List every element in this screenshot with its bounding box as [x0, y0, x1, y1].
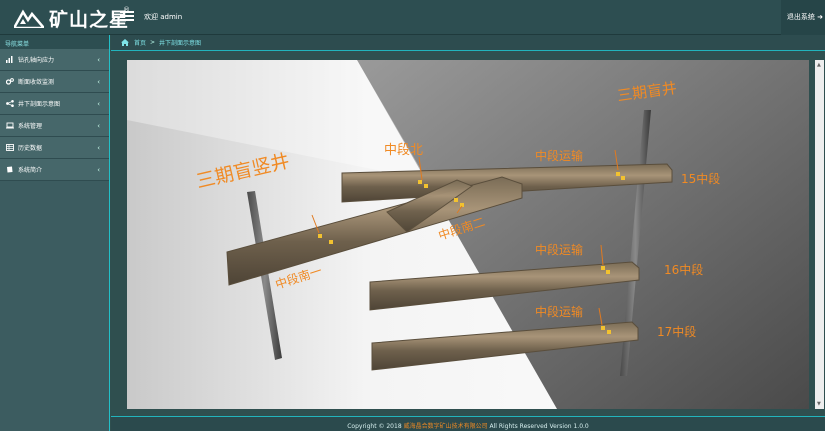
label-level-15: 15中段: [681, 171, 720, 186]
share-nodes-icon: [6, 100, 14, 107]
sidebar-item-borehole-stress[interactable]: 钻孔轴向应力 ‹: [0, 49, 109, 71]
breadcrumb-home-link[interactable]: 首页: [134, 38, 146, 47]
chevron-left-icon: ‹: [97, 78, 100, 86]
scroll-up-icon[interactable]: ▲: [817, 62, 821, 68]
breadcrumb: 首页 > 井下剖面示意图: [111, 35, 825, 51]
chevron-left-icon: ‹: [97, 122, 100, 130]
sidebar-item-label: 断面收敛监测: [18, 79, 55, 86]
breadcrumb-separator: >: [150, 39, 156, 46]
breadcrumb-current: 井下剖面示意图: [159, 40, 202, 47]
footer: Copyright © 2018 威海晶合数字矿山技术有限公司 All Righ…: [111, 416, 825, 431]
welcome-text: 欢迎 admin: [144, 13, 183, 21]
content-scrollbar[interactable]: ▲ ▼: [815, 60, 824, 409]
sidebar-item-system-intro[interactable]: 系统简介 ‹: [0, 159, 109, 181]
laptop-icon: [6, 122, 14, 129]
footer-rights: All Rights Reserved Version 1.0.0: [489, 423, 589, 430]
table-icon: [6, 144, 14, 151]
mine-profile-illustration: 三期盲竖井 三期盲井 中段北 中段南二 中段南一 中段运输 中段运输 中段运输 …: [127, 60, 809, 409]
footer-copyright: Copyright © 2018: [347, 423, 402, 430]
chevron-left-icon: ‹: [97, 166, 100, 174]
sidebar: 导航菜单 钻孔轴向应力 ‹ 断面收敛监测 ‹ 井下剖面示意图 ‹ 系统管理 ‹ …: [0, 35, 110, 431]
chevron-left-icon: ‹: [97, 144, 100, 152]
bar-chart-icon: [6, 56, 13, 63]
main-content: 首页 > 井下剖面示意图 三期盲竖井 三期盲井 中段北 中段南二 中段南一 中段…: [111, 35, 825, 416]
sidebar-item-label: 系统管理: [18, 123, 43, 130]
label-transport-16: 中段运输: [535, 242, 583, 257]
label-transport-17: 中段运输: [535, 304, 583, 319]
sidebar-item-label: 井下剖面示意图: [18, 101, 61, 108]
hamburger-line: [120, 11, 134, 13]
sidebar-item-label: 系统简介: [18, 167, 43, 174]
chevron-left-icon: ‹: [97, 100, 100, 108]
label-level-16: 16中段: [664, 262, 703, 277]
sidebar-item-convergence[interactable]: 断面收敛监测 ‹: [0, 71, 109, 93]
sidebar-item-label: 历史数据: [18, 145, 43, 152]
sidebar-item-system-management[interactable]: 系统管理 ‹: [0, 115, 109, 137]
top-bar: 矿山之星 ® 欢迎 admin 退出系统 ➜: [0, 0, 825, 35]
sidebar-title: 导航菜单: [0, 35, 109, 49]
label-north: 中段北: [384, 143, 423, 158]
gears-icon: [6, 78, 14, 85]
label-level-17: 17中段: [657, 324, 696, 339]
sidebar-item-history-data[interactable]: 历史数据 ‹: [0, 137, 109, 159]
menu-toggle-button[interactable]: [120, 9, 134, 23]
sidebar-item-profile-diagram[interactable]: 井下剖面示意图 ‹: [0, 93, 109, 115]
hamburger-line: [120, 19, 134, 21]
logout-button[interactable]: 退出系统 ➜: [780, 0, 825, 35]
book-icon: [7, 166, 13, 173]
scroll-down-icon[interactable]: ▼: [817, 401, 821, 407]
logo-text: 矿山之星: [49, 8, 130, 31]
label-transport-15: 中段运输: [535, 148, 583, 163]
footer-company-link[interactable]: 威海晶合数字矿山技术有限公司: [404, 423, 488, 430]
chevron-left-icon: ‹: [97, 56, 100, 64]
home-icon: [121, 39, 129, 46]
mountain-logo-icon: [14, 9, 44, 28]
sidebar-item-label: 钻孔轴向应力: [18, 57, 55, 64]
logo: 矿山之星 ®: [14, 6, 130, 31]
mine-profile-diagram: 三期盲竖井 三期盲井 中段北 中段南二 中段南一 中段运输 中段运输 中段运输 …: [127, 60, 809, 409]
hamburger-line: [120, 15, 134, 17]
